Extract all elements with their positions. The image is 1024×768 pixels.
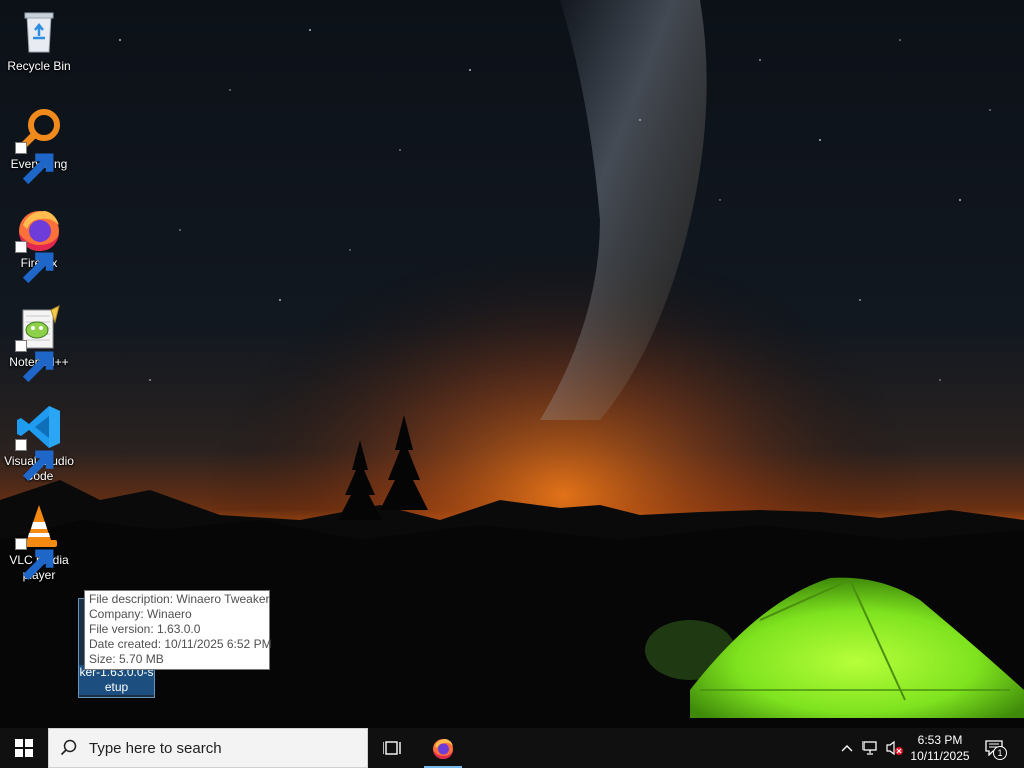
desktop-icon-label: Recycle Bin: [7, 59, 71, 73]
tooltip-file-version: File version: 1.63.0.0: [89, 622, 201, 636]
task-view-button[interactable]: [370, 728, 414, 768]
desktop-icon-everything[interactable]: Everything: [2, 106, 76, 185]
start-button[interactable]: [0, 728, 48, 768]
taskbar-clock[interactable]: 6:53 PM 10/11/2025: [906, 728, 974, 768]
taskbar-search-box[interactable]: Type here to search: [48, 728, 368, 768]
tooltip-file-description: File description: Winaero Tweaker: [89, 592, 270, 606]
notepad-plus-plus-icon: [15, 304, 63, 383]
desktop-icon-vlc[interactable]: VLC media player: [2, 502, 76, 583]
desktop-icon-vscode[interactable]: Visual Studio Code: [2, 403, 76, 484]
shortcut-arrow-icon: [15, 142, 54, 185]
recycle-bin-icon: [15, 8, 63, 56]
tooltip-date-created: Date created: 10/11/2025 6:52 PM: [89, 637, 272, 651]
notification-count-badge: 1: [993, 746, 1007, 760]
desktop-icon-recycle-bin[interactable]: Recycle Bin: [2, 8, 76, 74]
search-placeholder: Type here to search: [89, 739, 222, 757]
volume-button[interactable]: [884, 728, 906, 768]
network-status-button[interactable]: [860, 728, 882, 768]
action-center-button[interactable]: 1: [980, 728, 1008, 768]
tooltip-company: Company: Winaero: [89, 607, 192, 621]
firefox-icon: [433, 739, 453, 759]
show-hidden-icons-button[interactable]: [838, 728, 856, 768]
network-disconnected-icon: [862, 741, 877, 755]
task-view-icon: [383, 741, 401, 755]
shortcut-arrow-icon: [15, 241, 54, 284]
file-label-line-2: etup: [104, 680, 129, 694]
shortcut-arrow-icon: [15, 340, 54, 383]
tooltip-size: Size: 5.70 MB: [89, 652, 164, 666]
windows-logo-icon: [15, 739, 33, 757]
volume-muted-icon: [886, 740, 903, 756]
shortcut-arrow-icon: [15, 538, 54, 581]
vlc-icon: [15, 502, 63, 581]
file-info-tooltip: File description: Winaero Tweaker Compan…: [84, 590, 272, 670]
shortcut-arrow-icon: [15, 439, 54, 482]
chevron-up-icon: [841, 745, 853, 752]
search-icon: [49, 739, 89, 757]
desktop-icon-firefox[interactable]: Firefox: [2, 205, 76, 284]
desktop-icon-notepad-plus-plus[interactable]: Notepad++: [2, 304, 76, 383]
everything-search-icon: [15, 106, 63, 185]
taskbar: Type here to search 6:53 PM 10/11/2025 1: [0, 728, 1024, 768]
firefox-icon: [15, 205, 63, 284]
vscode-icon: [15, 403, 63, 482]
clock-date: 10/11/2025: [910, 749, 970, 763]
clock-time: 6:53 PM: [917, 733, 963, 747]
taskbar-app-firefox[interactable]: [422, 728, 464, 768]
